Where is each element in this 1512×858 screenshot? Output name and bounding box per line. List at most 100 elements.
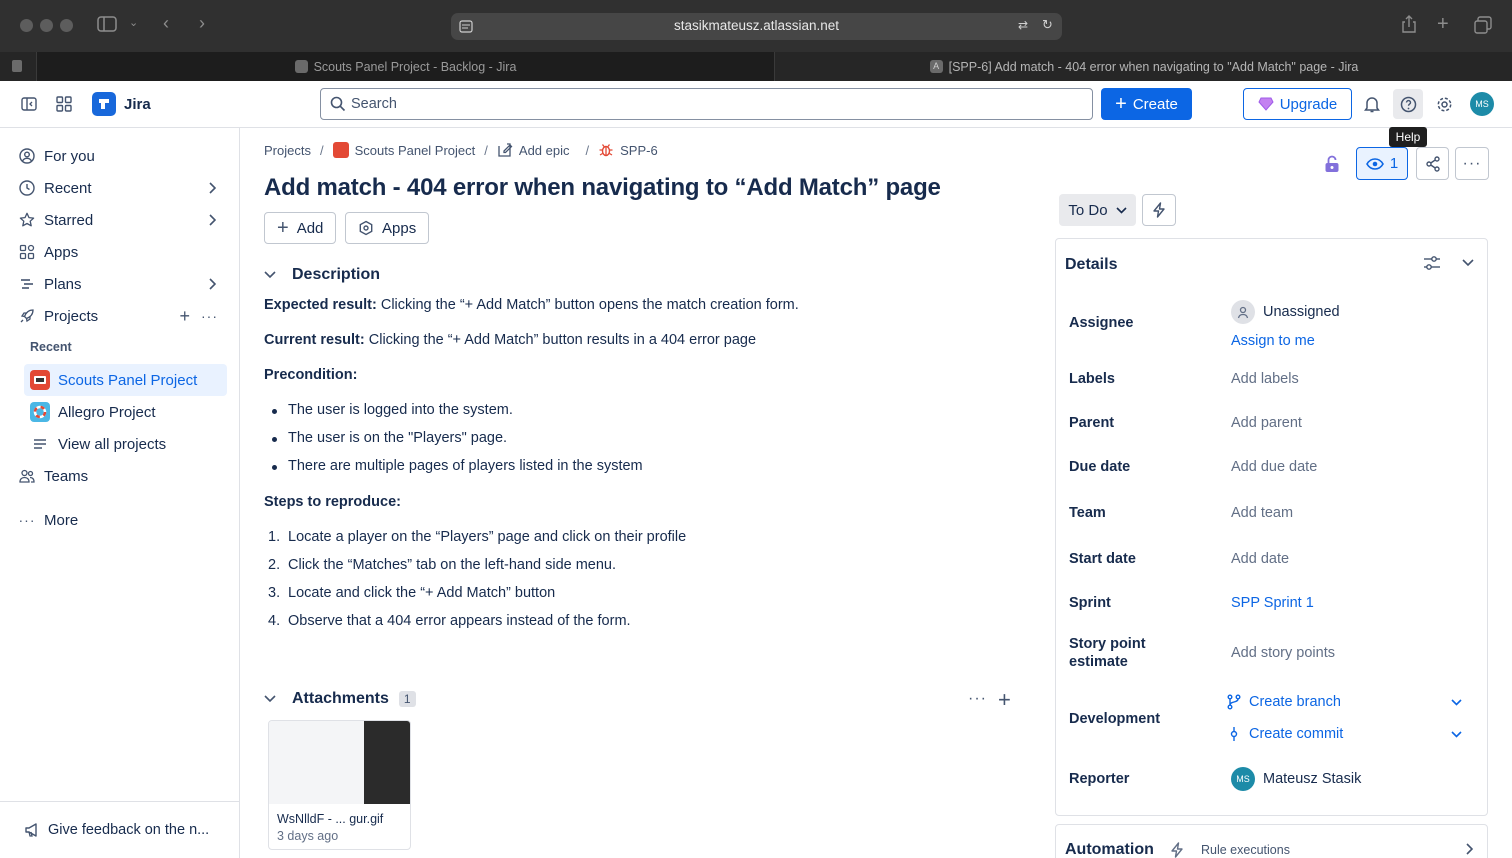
- story-points-field[interactable]: Add story points: [1231, 645, 1335, 661]
- sidebar-item-for-you[interactable]: For you: [18, 142, 228, 170]
- user-avatar[interactable]: MS: [1470, 92, 1494, 116]
- rule-executions-label[interactable]: Rule executions: [1201, 843, 1290, 857]
- sidebar-item-recent[interactable]: Recent: [18, 174, 228, 202]
- automation-button[interactable]: [1142, 194, 1176, 226]
- share-icon[interactable]: [1401, 15, 1417, 33]
- sidebar-toggle-icon[interactable]: [97, 15, 117, 33]
- chevron-right-icon[interactable]: [208, 182, 216, 194]
- sprint-link[interactable]: SPP Sprint 1: [1231, 595, 1314, 611]
- lock-icon[interactable]: [1324, 155, 1340, 173]
- chevron-down-icon[interactable]: [1462, 259, 1474, 267]
- translate-icon[interactable]: ⇄: [1018, 18, 1028, 32]
- lightning-icon: [1170, 842, 1184, 858]
- assignee-value[interactable]: Unassigned: [1231, 300, 1340, 324]
- more-dots-icon: ···: [1462, 154, 1482, 172]
- tab-backlog[interactable]: Scouts Panel Project - Backlog - Jira: [36, 52, 775, 81]
- pinned-tab-icon[interactable]: [10, 59, 24, 73]
- details-heading[interactable]: Details: [1065, 256, 1117, 274]
- app-switcher-icon[interactable]: [55, 95, 73, 113]
- chevron-down-icon[interactable]: [1451, 699, 1462, 706]
- tab-issue[interactable]: A [SPP-6] Add match - 404 error when nav…: [776, 52, 1512, 81]
- upgrade-button[interactable]: Upgrade: [1243, 88, 1352, 120]
- gear-icon[interactable]: [1435, 95, 1453, 113]
- issue-title[interactable]: Add match - 404 error when navigating to…: [264, 174, 941, 202]
- chevron-right-icon[interactable]: [208, 214, 216, 226]
- configure-fields-icon[interactable]: [1423, 255, 1441, 271]
- assignee-label: Assignee: [1069, 315, 1134, 331]
- labels-field[interactable]: Add labels: [1231, 371, 1299, 387]
- create-commit-link[interactable]: Create commit: [1227, 726, 1343, 742]
- team-field[interactable]: Add team: [1231, 505, 1293, 521]
- recent-projects-heading: Recent: [30, 340, 72, 354]
- attachments-more-icon[interactable]: ···: [968, 690, 987, 708]
- attachments-heading[interactable]: Attachments 1: [264, 690, 416, 708]
- tab-overview-icon[interactable]: [1474, 16, 1492, 34]
- address-bar[interactable]: stasikmateusz.atlassian.net ⇄ ↻: [451, 13, 1062, 40]
- chevron-right-icon[interactable]: [208, 278, 216, 290]
- reporter-value[interactable]: MS Mateusz Stasik: [1231, 767, 1361, 791]
- upgrade-label: Upgrade: [1279, 95, 1338, 113]
- sidebar-item-starred[interactable]: Starred: [18, 206, 228, 234]
- list-item: Click the “Matches” tab on the left-hand…: [288, 557, 617, 573]
- search-input[interactable]: [351, 93, 1071, 115]
- chevron-down-icon[interactable]: ⌄: [129, 16, 138, 29]
- sidebar-view-all-projects[interactable]: View all projects: [24, 428, 227, 460]
- chevron-right-icon[interactable]: [1465, 843, 1473, 855]
- minimize-window-button[interactable]: [40, 19, 53, 32]
- reload-icon[interactable]: ↻: [1042, 17, 1053, 33]
- add-button[interactable]: + Add: [264, 212, 337, 244]
- help-icon[interactable]: [1399, 95, 1417, 113]
- sidebar-project-scouts-panel[interactable]: Scouts Panel Project: [24, 364, 227, 396]
- chevron-down-icon[interactable]: [264, 271, 282, 279]
- sidebar-item-apps[interactable]: Apps: [18, 238, 228, 266]
- watch-button[interactable]: 1: [1356, 147, 1408, 180]
- breadcrumb-project[interactable]: Scouts Panel Project: [332, 142, 475, 158]
- chevron-down-icon[interactable]: [1451, 731, 1462, 738]
- status-dropdown[interactable]: To Do: [1059, 194, 1136, 226]
- back-icon[interactable]: ‹: [163, 13, 169, 34]
- jira-logo[interactable]: Jira: [92, 92, 151, 116]
- collapse-sidebar-icon[interactable]: [20, 95, 38, 113]
- automation-panel[interactable]: Automation Rule executions: [1055, 824, 1488, 858]
- clock-icon: [18, 179, 36, 197]
- parent-field[interactable]: Add parent: [1231, 415, 1302, 431]
- create-button[interactable]: + Create: [1101, 88, 1192, 120]
- share-button[interactable]: [1416, 147, 1449, 180]
- close-window-button[interactable]: [20, 19, 33, 32]
- attachment-card[interactable]: WsNlldF - ... gur.gif 3 days ago: [268, 720, 411, 850]
- add-project-icon[interactable]: +: [179, 306, 190, 327]
- list-item: The user is logged into the system.: [288, 402, 513, 418]
- breadcrumb-issue[interactable]: SPP-6: [598, 142, 658, 158]
- breadcrumb-add-epic[interactable]: Add epic: [497, 142, 570, 158]
- breadcrumb-projects[interactable]: Projects: [264, 143, 311, 158]
- search-field[interactable]: [320, 88, 1093, 120]
- sidebar-item-label: Projects: [44, 307, 99, 325]
- apps-grid-icon: [18, 243, 36, 261]
- give-feedback-button[interactable]: Give feedback on the n...: [0, 801, 239, 858]
- sidebar-item-teams[interactable]: Teams: [18, 462, 228, 490]
- new-tab-icon[interactable]: +: [1437, 13, 1449, 36]
- team-label: Team: [1069, 505, 1106, 521]
- assign-to-me-link[interactable]: Assign to me: [1231, 333, 1315, 349]
- start-date-field[interactable]: Add date: [1231, 551, 1289, 567]
- sidebar-item-more[interactable]: ··· More: [18, 506, 228, 534]
- sidebar-item-projects[interactable]: Projects + ···: [18, 302, 228, 330]
- zoom-window-button[interactable]: [60, 19, 73, 32]
- chevron-down-icon[interactable]: [264, 695, 282, 703]
- forward-icon[interactable]: ›: [199, 13, 205, 34]
- unassigned-avatar-icon: [1231, 300, 1255, 324]
- parent-label: Parent: [1069, 415, 1115, 431]
- apps-button[interactable]: Apps: [345, 212, 430, 244]
- more-actions-icon[interactable]: ···: [201, 308, 218, 324]
- sidebar-item-label: Starred: [44, 211, 94, 229]
- description-heading[interactable]: Description: [264, 266, 380, 284]
- sidebar-item-plans[interactable]: Plans: [18, 270, 228, 298]
- bell-icon[interactable]: [1363, 95, 1381, 113]
- create-branch-link[interactable]: Create branch: [1227, 694, 1341, 710]
- add-attachment-icon[interactable]: +: [998, 687, 1011, 713]
- project-avatar-icon: [30, 402, 50, 422]
- attachment-name: WsNlldF - ... gur.gif: [277, 812, 384, 826]
- sidebar-project-allegro[interactable]: Allegro Project: [24, 396, 227, 428]
- due-date-field[interactable]: Add due date: [1231, 459, 1317, 475]
- more-actions-button[interactable]: ···: [1455, 147, 1489, 180]
